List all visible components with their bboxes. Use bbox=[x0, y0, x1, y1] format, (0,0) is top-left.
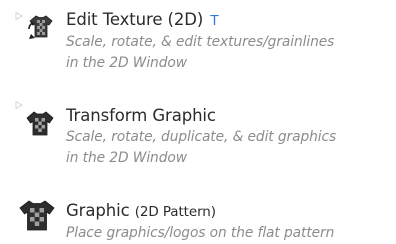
menu-item-title: Graphic (2D Pattern) bbox=[66, 200, 392, 223]
menu-item-description: Scale, rotate, duplicate, & edit graphic… bbox=[66, 127, 392, 169]
menu-item-title: Transform Graphic bbox=[66, 106, 216, 125]
menu-item-text: Transform Graphic Scale, rotate, duplica… bbox=[66, 105, 392, 169]
menu-item-description-line: in the 2D Window bbox=[66, 150, 187, 166]
menu-item-graphic-2d-pattern[interactable]: Graphic (2D Pattern) Place graphics/logo… bbox=[0, 192, 396, 243]
menu-item-title-label: Graphic bbox=[66, 201, 130, 220]
menu-item-transform-graphic[interactable]: Transform Graphic Scale, rotate, duplica… bbox=[0, 97, 396, 181]
menu-item-title-suffix: (2D Pattern) bbox=[134, 204, 216, 220]
menu-item-text: Edit Texture (2D) T Scale, rotate, & edi… bbox=[66, 9, 392, 74]
graphic-icon bbox=[19, 200, 55, 231]
menu-item-description-line: Place graphics/logos on the flat pattern bbox=[66, 225, 335, 241]
transform-graphic-icon bbox=[26, 111, 54, 136]
shortcut-hint: T bbox=[210, 13, 219, 29]
menu-item-description: Place graphics/logos on the flat pattern bbox=[66, 223, 392, 244]
menu-item-title-label: Edit Texture (2D) bbox=[66, 10, 204, 29]
flyout-arrow-icon bbox=[15, 101, 23, 109]
menu-item-description-line: in the 2D Window bbox=[66, 55, 187, 71]
tool-menu: Edit Texture (2D) T Scale, rotate, & edi… bbox=[0, 0, 396, 243]
menu-item-title: Edit Texture (2D) T bbox=[66, 9, 392, 32]
menu-item-description-line: Scale, rotate, & edit textures/grainline… bbox=[66, 34, 335, 50]
menu-item-edit-texture[interactable]: Edit Texture (2D) T Scale, rotate, & edi… bbox=[0, 6, 396, 86]
menu-item-description: Scale, rotate, & edit textures/grainline… bbox=[66, 32, 392, 74]
flyout-arrow-icon bbox=[15, 12, 23, 20]
menu-item-description-line: Scale, rotate, duplicate, & edit graphic… bbox=[66, 129, 337, 145]
menu-item-text: Graphic (2D Pattern) Place graphics/logo… bbox=[66, 200, 392, 244]
edit-texture-icon bbox=[28, 15, 53, 39]
